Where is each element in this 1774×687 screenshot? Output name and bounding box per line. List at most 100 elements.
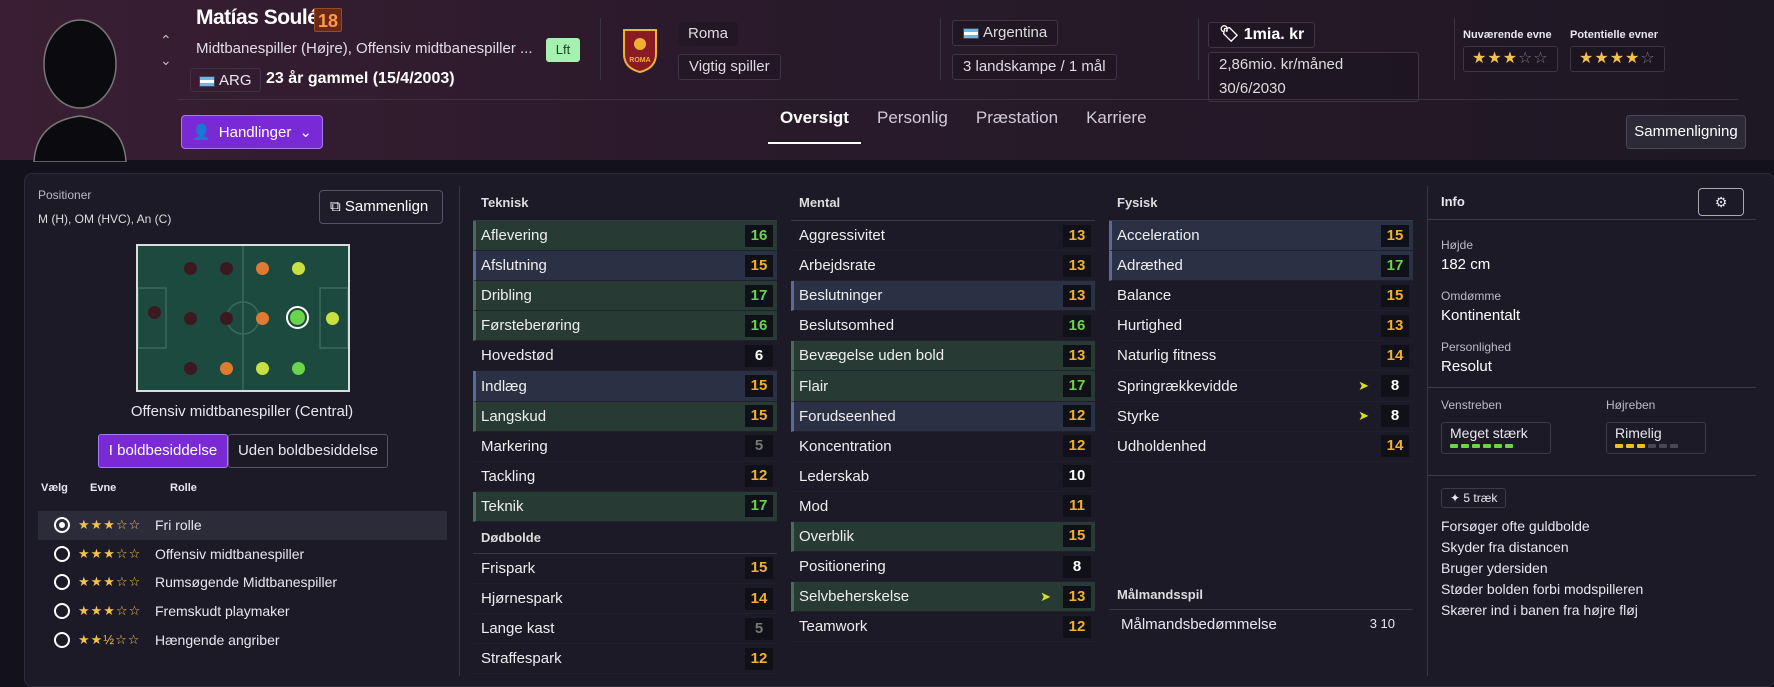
attribute-row[interactable]: Koncentration 12 bbox=[791, 432, 1095, 462]
attribute-row[interactable]: Adræthed 17 bbox=[1109, 251, 1413, 282]
compare-positions-button[interactable]: ⧉ Sammenlign bbox=[319, 190, 443, 224]
attribute-row[interactable]: Mod 11 bbox=[791, 492, 1095, 522]
height-value: 182 cm bbox=[1441, 256, 1491, 273]
attribute-row[interactable]: Arbejdsrate 13 bbox=[791, 251, 1095, 282]
attribute-value: 10 bbox=[1063, 465, 1091, 488]
actions-button[interactable]: 👤 Handlinger ⌄ bbox=[181, 115, 323, 149]
attribute-row[interactable]: Selvbeherskelse ➤ 13 bbox=[791, 582, 1095, 613]
tab-personal[interactable]: Personlig bbox=[877, 108, 948, 144]
info-settings-icon[interactable]: ⚙ bbox=[1698, 187, 1744, 216]
attribute-row[interactable]: Markering 5 bbox=[473, 432, 777, 462]
attribute-name: Springrækkevidde bbox=[1117, 377, 1238, 395]
attribute-row[interactable]: Frispark 15 bbox=[473, 554, 777, 585]
attribute-row[interactable]: Teknik 17 bbox=[473, 491, 777, 522]
attribute-row[interactable]: Overblik 15 bbox=[791, 521, 1095, 553]
selected-position-dot[interactable] bbox=[286, 306, 309, 329]
traits-button[interactable]: ✦ 5 træk bbox=[1441, 488, 1507, 508]
attribute-row[interactable]: Lederskab 10 bbox=[791, 462, 1095, 492]
attribute-name: Afslutning bbox=[481, 257, 547, 275]
attribute-row[interactable]: Tackling 12 bbox=[473, 462, 777, 492]
attribute-row[interactable]: Langskud 15 bbox=[473, 401, 777, 432]
role-row[interactable]: ★★★☆☆ Rumsøgende Midtbanespiller bbox=[38, 568, 447, 597]
position-pitch bbox=[136, 244, 350, 392]
sparkle-icon: ✦ bbox=[1450, 491, 1464, 505]
attribute-value: 8 bbox=[1381, 375, 1409, 398]
role-row[interactable]: ★★★☆☆ Offensiv midtbanespiller bbox=[38, 540, 447, 569]
foot-bar bbox=[1615, 444, 1623, 448]
attribute-name: Lederskab bbox=[799, 467, 870, 485]
position-dot bbox=[148, 306, 161, 319]
role-radio[interactable] bbox=[54, 631, 70, 648]
reputation-value: Kontinentalt bbox=[1441, 307, 1521, 324]
mental-rows: Aggressivitet 13 Arbejdsrate 13 Beslutninger… bbox=[791, 221, 1095, 643]
tab-career[interactable]: Karriere bbox=[1086, 108, 1146, 144]
attribute-name: Beslutsomhed bbox=[799, 317, 895, 335]
attribute-row[interactable]: Førsteberøring 16 bbox=[473, 311, 777, 342]
setpieces-heading: Dødbolde bbox=[473, 522, 777, 554]
nation-box[interactable]: Argentina bbox=[952, 20, 1059, 46]
in-possession-toggle[interactable]: I boldbesiddelse bbox=[98, 434, 228, 468]
player-nav-arrows[interactable]: ⌃ ⌄ bbox=[160, 30, 172, 70]
attribute-row[interactable]: Indlæg 15 bbox=[473, 371, 777, 402]
attribute-row[interactable]: Teamwork 12 bbox=[791, 612, 1095, 643]
attribute-row[interactable]: Hovedstød 6 bbox=[473, 341, 777, 372]
left-foot-box: Meget stærk bbox=[1441, 422, 1551, 454]
foot-bar bbox=[1450, 444, 1458, 448]
club-name[interactable]: Roma bbox=[678, 22, 739, 46]
reputation-label: Omdømme bbox=[1441, 289, 1501, 303]
attribute-row[interactable]: Flair 17 bbox=[791, 371, 1095, 402]
attribute-row[interactable]: Beslutsomhed 16 bbox=[791, 311, 1095, 342]
role-radio[interactable] bbox=[54, 574, 70, 591]
role-row[interactable]: ★★½☆☆ Hængende angriber bbox=[38, 625, 447, 654]
tab-performance[interactable]: Præstation bbox=[976, 108, 1058, 144]
attribute-value: 13 bbox=[1063, 344, 1091, 367]
attribute-row[interactable]: Naturlig fitness 14 bbox=[1109, 341, 1413, 372]
role-radio[interactable] bbox=[54, 545, 70, 562]
attribute-value: 15 bbox=[1381, 224, 1409, 247]
attribute-row[interactable]: Lange kast 5 bbox=[473, 614, 777, 645]
height-label: Højde bbox=[1441, 238, 1474, 252]
out-of-possession-toggle[interactable]: Uden boldbesiddelse bbox=[228, 434, 388, 468]
attribute-row[interactable]: Udholdenhed 14 bbox=[1109, 432, 1413, 462]
compare-button[interactable]: Sammenligning bbox=[1626, 115, 1746, 149]
col-ability-label: Evne bbox=[90, 482, 117, 494]
divider bbox=[600, 18, 601, 80]
attribute-row[interactable]: Hurtighed 13 bbox=[1109, 311, 1413, 342]
person-icon: 👤 bbox=[192, 124, 211, 141]
attribute-name: Styrke bbox=[1117, 407, 1160, 425]
attribute-row[interactable]: Hjørnespark 14 bbox=[473, 584, 777, 615]
attribute-value: 15 bbox=[1381, 284, 1409, 307]
potential-ability-stars: ★★★★☆ bbox=[1570, 46, 1665, 72]
attribute-row[interactable]: Afslutning 15 bbox=[473, 251, 777, 282]
attribute-name: Naturlig fitness bbox=[1117, 347, 1217, 365]
club-crest-icon[interactable]: ROMA bbox=[620, 26, 660, 74]
attribute-row[interactable]: Acceleration 15 bbox=[1109, 221, 1413, 252]
position-dot bbox=[220, 362, 233, 375]
role-radio[interactable] bbox=[54, 603, 70, 620]
attribute-row[interactable]: Beslutninger 13 bbox=[791, 281, 1095, 312]
attribute-name: Koncentration bbox=[799, 437, 892, 455]
attribute-row[interactable]: Straffespark 12 bbox=[473, 644, 777, 675]
mental-column: Mental Aggressivitet 13 Arbejdsrate 13 Beslu… bbox=[791, 183, 1095, 643]
attribute-name: Hjørnespark bbox=[481, 590, 563, 608]
attribute-row[interactable]: Bevægelse uden bold 13 bbox=[791, 341, 1095, 372]
attribute-row[interactable]: Aggressivitet 13 bbox=[791, 221, 1095, 252]
right-foot-label: Højreben bbox=[1606, 398, 1656, 412]
attribute-value: 15 bbox=[745, 405, 773, 428]
role-row[interactable]: ★★★☆☆ Fri rolle bbox=[38, 511, 447, 540]
svg-text:ROMA: ROMA bbox=[629, 57, 650, 64]
attribute-row[interactable]: Styrke ➤ 8 bbox=[1109, 402, 1413, 432]
attribute-value: 12 bbox=[745, 647, 773, 670]
attribute-row[interactable]: Dribling 17 bbox=[473, 281, 777, 312]
role-row[interactable]: ★★★☆☆ Fremskudt playmaker bbox=[38, 597, 447, 626]
attribute-row[interactable]: Aflevering 16 bbox=[473, 221, 777, 252]
lft-badge: Lft bbox=[546, 38, 580, 62]
attribute-value: 12 bbox=[745, 465, 773, 488]
attribute-row[interactable]: Positionering 8 bbox=[791, 552, 1095, 583]
attribute-row[interactable]: Forudseenhed 12 bbox=[791, 401, 1095, 432]
tab-overview[interactable]: Oversigt bbox=[768, 108, 861, 144]
attribute-row[interactable]: Springrækkevidde ➤ 8 bbox=[1109, 371, 1413, 402]
player-name: Matías Soulé bbox=[196, 6, 319, 29]
role-radio[interactable] bbox=[54, 517, 70, 534]
attribute-row[interactable]: Balance 15 bbox=[1109, 281, 1413, 312]
